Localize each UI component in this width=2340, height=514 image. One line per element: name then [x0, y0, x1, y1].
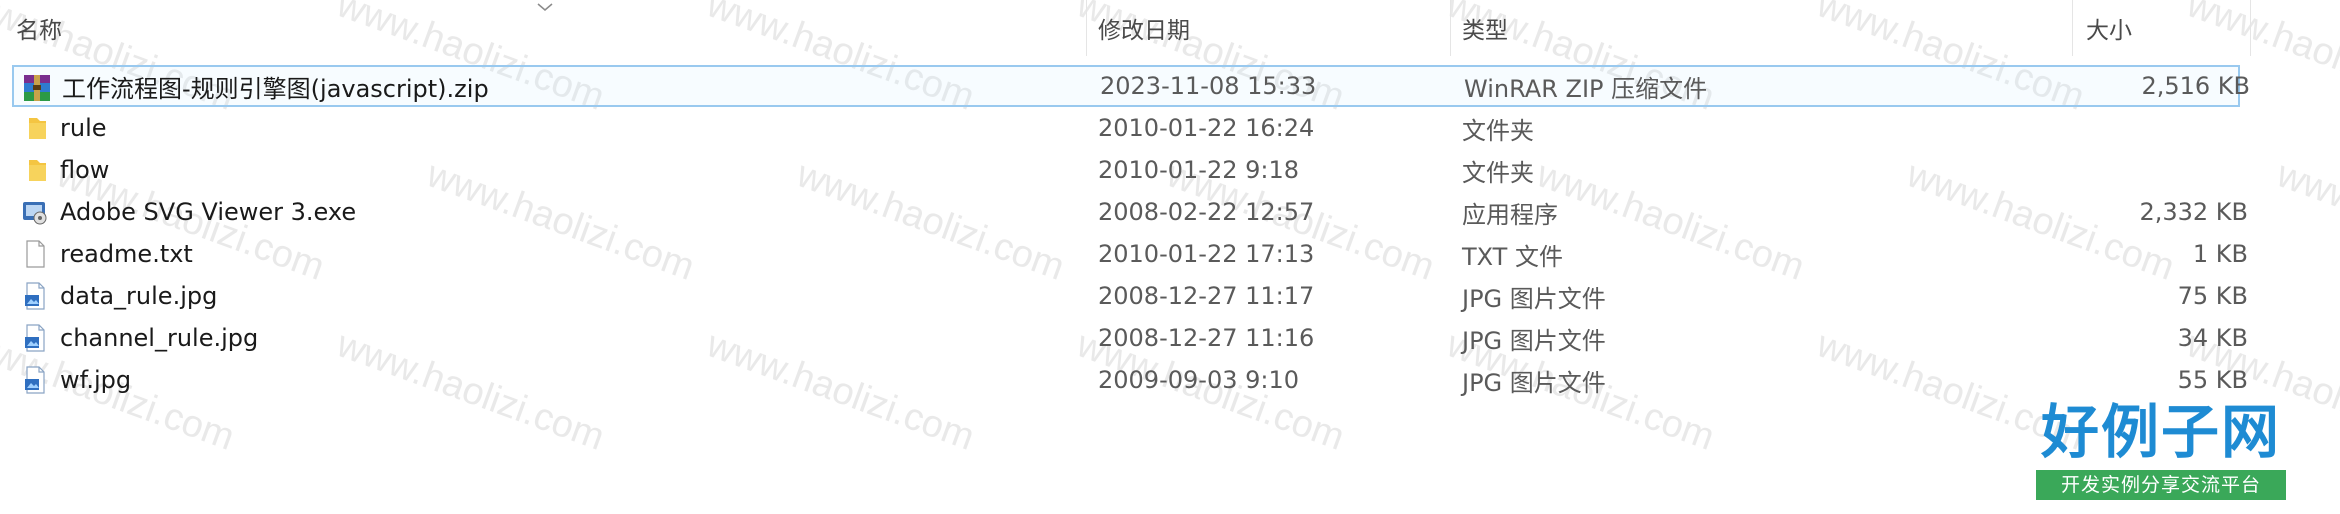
site-logo: 好例子网 开发实例分享交流平台 — [2032, 398, 2290, 508]
image-file-icon — [20, 324, 50, 352]
file-type: JPG 图片文件 — [1462, 326, 1606, 355]
file-size — [2072, 107, 2248, 149]
file-size — [2072, 149, 2248, 191]
installer-icon — [20, 198, 50, 226]
file-row[interactable]: channel_rule.jpg 2008-12-27 11:16 JPG 图片文件… — [12, 317, 2248, 359]
image-file-icon — [20, 282, 50, 310]
file-explorer-window: www.haolizi.com www.haolizi.com www.haoliz… — [0, 0, 2340, 514]
column-header-modified[interactable]: 修改日期 — [1086, 0, 1450, 56]
file-size: 55 KB — [2177, 366, 2248, 394]
file-row[interactable]: rule 2010-01-22 16:24 文件夹 — [12, 107, 2240, 149]
file-row[interactable]: 工作流程图-规则引擎图(javascript).zip 2023-11-08 15… — [12, 65, 2250, 107]
file-type: 应用程序 — [1462, 200, 1558, 229]
file-name[interactable]: wf.jpg — [60, 359, 131, 401]
folder-icon — [20, 156, 50, 184]
file-size: 2,332 KB — [2139, 198, 2248, 226]
file-name[interactable]: channel_rule.jpg — [60, 317, 258, 359]
file-type: JPG 图片文件 — [1462, 368, 1606, 397]
file-type: WinRAR ZIP 压缩文件 — [1464, 74, 1708, 103]
file-type: 文件夹 — [1462, 116, 1534, 145]
file-type: TXT 文件 — [1462, 242, 1563, 271]
file-modified: 2010-01-22 16:24 — [1098, 114, 1315, 142]
file-modified: 2010-01-22 17:13 — [1098, 240, 1315, 268]
image-file-icon — [20, 366, 50, 394]
column-header-modified-label: 修改日期 — [1098, 18, 1190, 44]
file-size: 34 KB — [2177, 324, 2248, 352]
file-modified: 2010-01-22 9:18 — [1098, 156, 1299, 184]
column-divider[interactable] — [2250, 0, 2251, 56]
file-row[interactable]: data_rule.jpg 2008-12-27 11:17 JPG 图片文件 75 … — [12, 275, 2248, 317]
file-modified: 2009-09-03 9:10 — [1098, 366, 1299, 394]
file-name[interactable]: 工作流程图-规则引擎图(javascript).zip — [62, 67, 489, 105]
file-modified: 2008-12-27 11:16 — [1098, 324, 1315, 352]
file-name[interactable]: data_rule.jpg — [60, 275, 217, 317]
file-modified: 2023-11-08 15:33 — [1100, 72, 1317, 100]
file-row[interactable]: Adobe SVG Viewer 3.exe 2008-02-22 12:57 应用… — [12, 191, 2248, 233]
text-file-icon — [20, 240, 50, 268]
logo-subtitle: 开发实例分享交流平台 — [2036, 470, 2286, 500]
winrar-archive-icon — [22, 74, 52, 102]
file-name[interactable]: readme.txt — [60, 233, 193, 275]
sort-chevron-icon — [537, 3, 553, 11]
file-modified: 2008-12-27 11:17 — [1098, 282, 1315, 310]
file-name[interactable]: Adobe SVG Viewer 3.exe — [60, 191, 356, 233]
watermark-text: www.haolizi.com — [2271, 153, 2340, 289]
column-header-size[interactable]: 大小 — [2072, 0, 2250, 56]
column-header: 名称 修改日期 类型 大小 — [0, 0, 2340, 56]
folder-icon — [20, 114, 50, 142]
file-size: 1 KB — [2192, 240, 2248, 268]
file-name[interactable]: flow — [60, 149, 109, 191]
file-size: 2,516 KB — [2141, 72, 2250, 100]
column-header-size-label: 大小 — [2086, 18, 2132, 44]
column-header-name-label: 名称 — [16, 18, 62, 44]
column-header-type[interactable]: 类型 — [1450, 0, 2072, 56]
file-name[interactable]: rule — [60, 107, 107, 149]
file-row[interactable]: flow 2010-01-22 9:18 文件夹 — [12, 149, 2240, 191]
file-modified: 2008-02-22 12:57 — [1098, 198, 1315, 226]
file-type: JPG 图片文件 — [1462, 284, 1606, 313]
file-type: 文件夹 — [1462, 158, 1534, 187]
file-size: 75 KB — [2177, 282, 2248, 310]
column-header-type-label: 类型 — [1462, 18, 1508, 44]
file-row[interactable]: readme.txt 2010-01-22 17:13 TXT 文件 1 KB — [12, 233, 2248, 275]
file-row[interactable]: wf.jpg 2009-09-03 9:10 JPG 图片文件 55 KB — [12, 359, 2248, 401]
logo-title: 好例子网 — [2040, 398, 2281, 466]
